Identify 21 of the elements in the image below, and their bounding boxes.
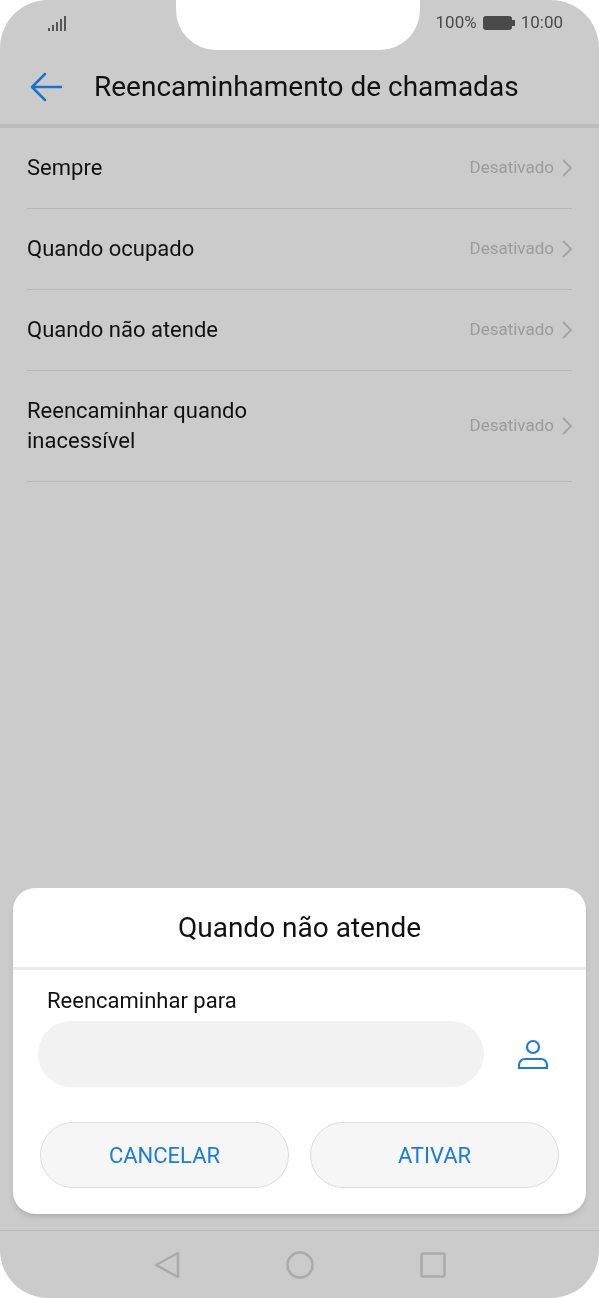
signal-icon (48, 15, 68, 31)
dialog-button[interactable]: CANCELAR (40, 1122, 289, 1188)
recents-nav-icon[interactable] (419, 1251, 446, 1278)
chevron-icon (562, 240, 572, 258)
contacts-button[interactable] (516, 1037, 550, 1071)
option-label: Quando não atende (27, 316, 219, 344)
battery-icon (482, 16, 515, 30)
dialog-title: Quando não atende (13, 888, 586, 970)
option-label: Sempre (27, 154, 104, 182)
home-nav-icon[interactable] (285, 1250, 314, 1279)
option-label: Quando ocupado (27, 235, 196, 263)
back-nav-icon[interactable] (153, 1250, 180, 1279)
chevron-icon (562, 159, 572, 177)
chevron-icon (562, 321, 572, 339)
dialog-button[interactable]: ATIVAR (310, 1122, 559, 1188)
chevron-icon (562, 417, 572, 435)
option-label: Reencaminhar quando inacessível (27, 397, 248, 455)
clock: 10:00 (520, 11, 563, 35)
field-label: Reencaminhar para (47, 987, 238, 1015)
battery-percentage: 100% (435, 11, 477, 35)
page-title: Reencaminhamento de chamadas (94, 69, 519, 105)
